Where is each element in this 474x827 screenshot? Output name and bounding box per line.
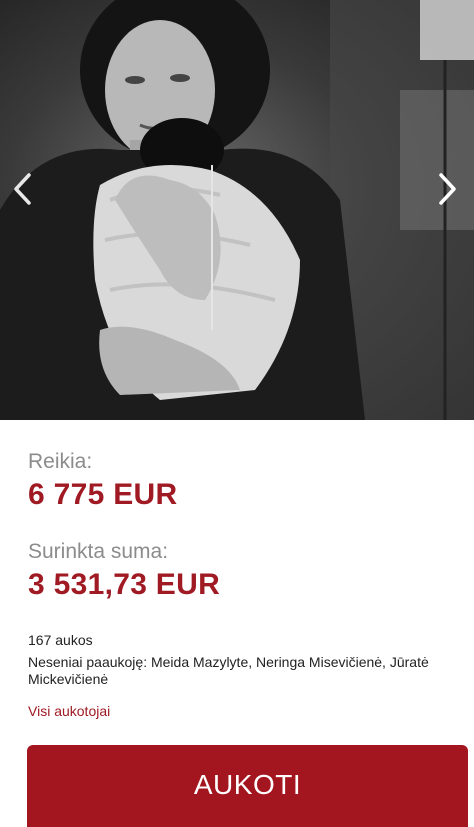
gallery-next-button[interactable] bbox=[438, 172, 472, 216]
needed-label: Reikia: bbox=[28, 450, 93, 473]
donations-count: 167 aukos bbox=[28, 632, 93, 648]
needed-amount: 6 775 EUR bbox=[28, 478, 178, 511]
photo-illustration bbox=[0, 0, 474, 420]
campaign-photo bbox=[0, 0, 474, 420]
chevron-left-icon bbox=[14, 173, 31, 205]
donate-button[interactable]: AUKOTI bbox=[27, 745, 468, 827]
gallery-prev-button[interactable] bbox=[12, 172, 46, 216]
collected-label: Surinkta suma: bbox=[28, 540, 169, 563]
collected-amount: 3 531,73 EUR bbox=[28, 568, 221, 601]
recent-donors: Neseniai paaukoję: Meida Mazylyte, Nerin… bbox=[28, 654, 429, 687]
chevron-right-icon bbox=[439, 173, 456, 205]
all-donors-link[interactable]: Visi aukotojai bbox=[28, 703, 110, 719]
